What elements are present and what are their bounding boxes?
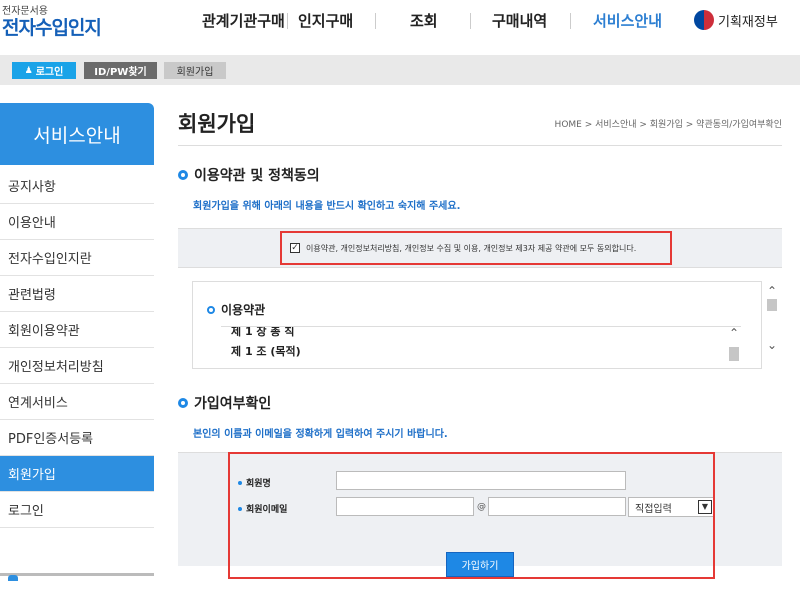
terms-title: 이용약관 [221,303,266,317]
nav-agency-purchase[interactable]: 관계기관구매 [202,10,285,34]
scroll-thumb[interactable] [729,347,739,361]
chevron-up-icon[interactable]: ⌃ [727,327,741,339]
terms-chapter: 제 1 장 총 칙 [231,326,295,338]
sidebar-item-login[interactable]: 로그인 [0,492,154,528]
section-terms-heading: 이용약관 및 정책동의 [178,165,320,185]
nav-separator [375,13,376,29]
terms-outer-scrollbar[interactable]: ⌃ ⌄ [764,285,780,369]
section-terms-title: 이용약관 및 정책동의 [194,168,320,184]
circle-bullet-icon [178,398,188,408]
chevron-up-icon[interactable]: ⌃ [764,285,780,297]
agree-all-row[interactable]: ✓ 이용약관, 개인정보처리방침, 개인정보 수집 및 이용, 개인정보 제3자… [280,231,672,265]
nav-separator [470,13,471,29]
circle-bullet-icon [178,170,188,180]
sidebar-menu: 공지사항 이용안내 전자수입인지란 관련법령 회원이용약관 개인정보처리방침 연… [0,168,154,528]
terms-textbox[interactable]: 제 1 장 총 칙 제 1 조 (목적) ⌃ [221,326,741,364]
section-check-desc: 본인의 이름과 이메일을 정확하게 입력하여 주시기 바랍니다. [193,429,448,440]
sidebar-item-member-terms[interactable]: 회원이용약관 [0,312,154,348]
header: 전자문서용 전자수입인지 관계기관구매 인지구매 조회 구매내역 서비스안내 기… [0,0,800,48]
section-check-heading: 가입여부확인 [178,393,271,413]
sidebar-item-laws[interactable]: 관련법령 [0,276,154,312]
section-check-title: 가입여부확인 [194,396,272,412]
join-button[interactable]: 회원가입 [164,62,226,79]
breadcrumb: HOME > 서비스안내 > 회원가입 > 약관동의/가입여부확인 [554,120,782,130]
gov-label: 기획재정부 [718,14,778,30]
sidebar-item-join[interactable]: 회원가입 [0,456,154,492]
user-icon: ♟ [24,65,33,76]
terms-inner-scrollbar[interactable]: ⌃ [727,327,741,364]
section-terms-desc: 회원가입을 위해 아래의 내용을 반드시 확인하고 숙지해 주세요. [193,201,461,212]
sidebar-item-privacy[interactable]: 개인정보처리방침 [0,348,154,384]
sidebar-title: 서비스안내 [0,103,154,165]
chevron-down-icon[interactable]: ⌄ [764,339,780,351]
login-button[interactable]: ♟ 로그인 [12,62,76,79]
utility-bar: ♟ 로그인 ID/PW찾기 회원가입 [0,55,800,85]
nav-service-guide[interactable]: 서비스안내 [593,10,662,34]
nav-separator [570,13,571,29]
agree-all-panel: ✓ 이용약관, 개인정보처리방침, 개인정보 수집 및 이용, 개인정보 제3자… [178,228,782,268]
agree-all-label: 이용약관, 개인정보처리방침, 개인정보 수집 및 이용, 개인정보 제3자 제… [306,243,637,253]
sidebar-decoration [8,575,18,581]
sidebar-item-stamp-field[interactable]: 전자수입인지란 [0,240,154,276]
login-label: 로그인 [35,67,64,78]
sidebar-item-linked-services[interactable]: 연계서비스 [0,384,154,420]
nav-stamp-purchase[interactable]: 인지구매 [298,10,353,34]
site-logo[interactable]: 전자수입인지 [2,13,102,40]
circle-bullet-icon [207,305,215,314]
title-divider [178,145,782,146]
terms-article: 제 1 조 (목적) [231,345,301,358]
sidebar-item-pdf-cert[interactable]: PDF인증서등록 [0,420,154,456]
page-title: 회원가입 [178,112,256,136]
scroll-thumb[interactable] [767,299,777,311]
sidebar-item-guide[interactable]: 이용안내 [0,204,154,240]
taegeuk-emblem-icon [694,10,714,30]
agree-all-checkbox[interactable]: ✓ [290,243,300,253]
terms-heading: 이용약관 [207,301,265,318]
nav-separator [287,13,288,29]
find-idpw-button[interactable]: ID/PW찾기 [84,62,157,79]
sidebar-footer [0,528,154,576]
nav-purchase-history[interactable]: 구매내역 [492,10,547,34]
sidebar-item-notice[interactable]: 공지사항 [0,168,154,204]
highlight-frame [228,452,715,579]
terms-panel: 이용약관 제 1 장 총 칙 제 1 조 (목적) ⌃ [192,281,762,369]
gov-logo[interactable]: 기획재정부 [694,9,778,31]
nav-inquiry[interactable]: 조회 [410,10,438,34]
